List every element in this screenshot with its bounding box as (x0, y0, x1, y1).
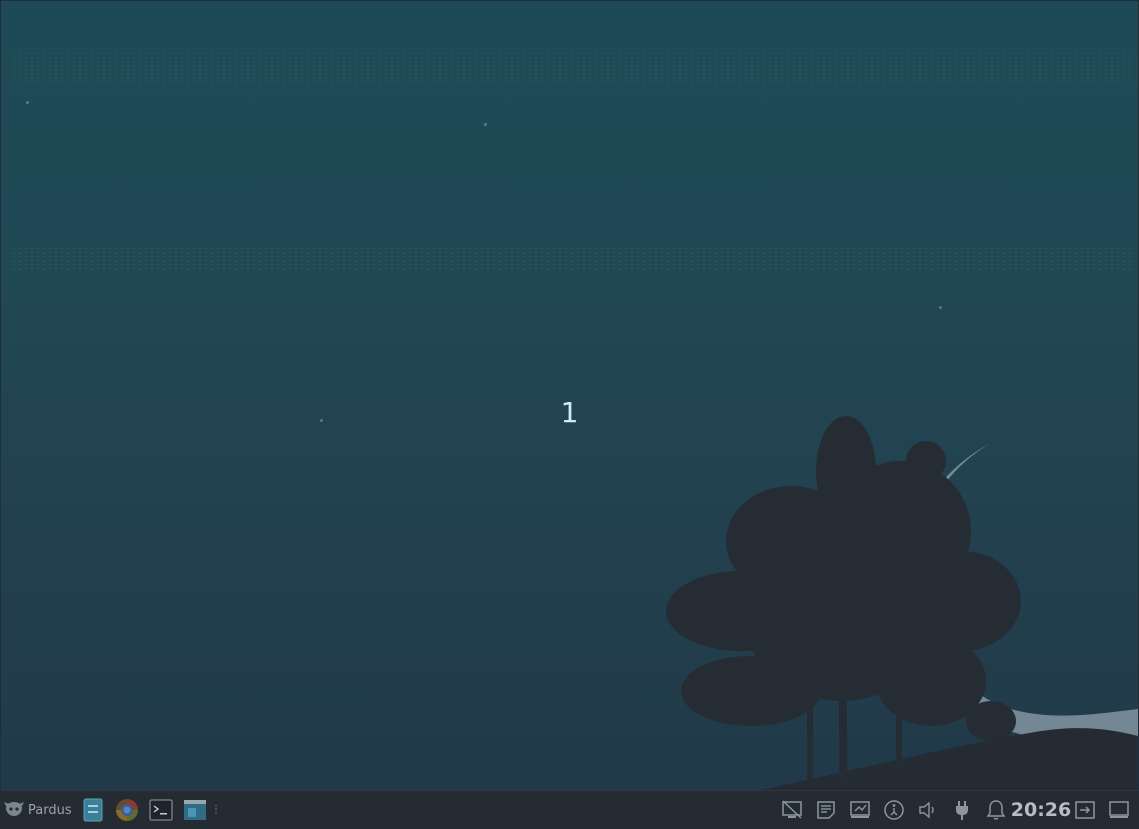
tree-silhouette (666, 416, 1021, 786)
launcher-separator: ⁝ (213, 802, 219, 818)
desktop[interactable]: 1 (1, 1, 1138, 790)
volume-icon (919, 801, 934, 819)
application-menu-button[interactable]: Pardus (4, 791, 74, 829)
volume-button[interactable] (914, 791, 942, 829)
application-menu-label: Pardus (28, 802, 72, 818)
terminal-launcher[interactable] (147, 791, 175, 829)
clock[interactable]: 20:26 (1011, 791, 1071, 829)
window-manager-launcher[interactable] (181, 791, 209, 829)
screen-share-off-button[interactable] (778, 791, 806, 829)
show-desktop-button[interactable] (1105, 791, 1133, 829)
logout-button[interactable] (1071, 791, 1099, 829)
file-manager-icon (83, 798, 103, 822)
terminal-icon (149, 799, 173, 821)
power-plug-button[interactable] (948, 791, 976, 829)
file-manager-launcher[interactable] (80, 791, 106, 829)
notes-button[interactable] (812, 791, 840, 829)
notifications-button[interactable] (982, 791, 1010, 829)
workspace-number: 1 (560, 396, 579, 429)
screenshot-button[interactable] (846, 791, 874, 829)
show-desktop-icon (1109, 801, 1129, 818)
logout-icon (1075, 801, 1095, 819)
notification-bell-icon (986, 800, 1006, 820)
screenshot-icon (850, 801, 870, 818)
window-manager-icon (184, 800, 206, 820)
hill (761, 728, 1138, 790)
screen-share-off-icon (782, 800, 802, 819)
power-plug-icon (956, 801, 968, 820)
web-browser-launcher[interactable] (113, 791, 141, 829)
accessibility-button[interactable] (880, 791, 908, 829)
notes-icon (817, 801, 835, 819)
pardus-logo-icon (4, 802, 24, 816)
accessibility-icon (884, 800, 904, 820)
web-browser-icon (116, 799, 138, 821)
taskbar: Pardus ⁝ 20:26 (0, 790, 1139, 829)
